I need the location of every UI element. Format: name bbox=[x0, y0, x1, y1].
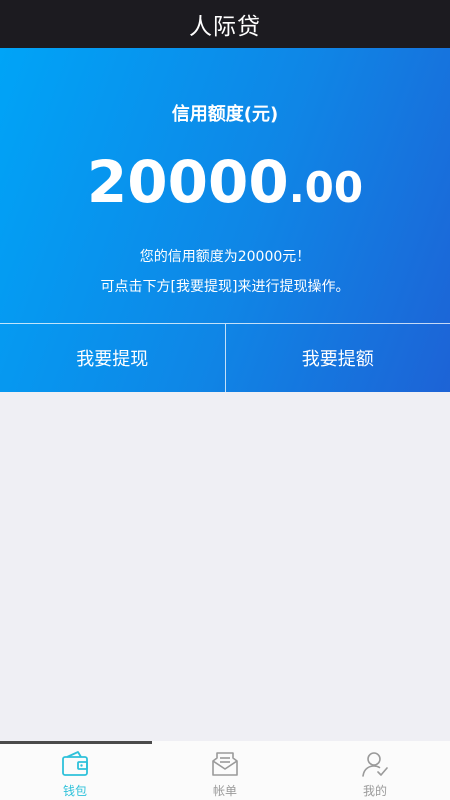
tab-mine[interactable]: 我的 bbox=[300, 741, 450, 800]
credit-limit-amount: 20000.00 bbox=[0, 146, 450, 233]
raise-limit-button-label: 我要提额 bbox=[301, 349, 374, 370]
tab-bill[interactable]: 帐单 bbox=[150, 741, 300, 800]
credit-card-panel: 信用额度(元) 20000.00 您的信用额度为20000元！ 可点击下方[我要… bbox=[0, 48, 450, 392]
wallet-icon bbox=[62, 751, 88, 776]
tab-wallet-label: 钱包 bbox=[62, 784, 87, 798]
credit-notice-line1: 您的信用额度为20000元！ bbox=[139, 249, 311, 265]
amount-decimal: .00 bbox=[288, 163, 364, 212]
bill-icon bbox=[212, 752, 238, 776]
credit-limit-label: 信用额度(元) bbox=[171, 104, 279, 125]
title-bar: 人际贷 bbox=[0, 0, 450, 48]
tab-wallet[interactable]: 钱包 bbox=[0, 741, 150, 800]
action-buttons: 我要提现 我要提额 bbox=[0, 323, 450, 392]
app-root: 人际贷 信用额度(元) 20000.00 您的信用额度为20000元！ 可点击下… bbox=[0, 0, 450, 800]
user-icon bbox=[362, 752, 388, 777]
bottom-tab-bar: 钱包 帐单 我的 bbox=[0, 741, 450, 800]
tab-bill-label: 帐单 bbox=[212, 784, 237, 798]
tab-mine-label: 我的 bbox=[362, 784, 387, 798]
raise-limit-button[interactable]: 我要提额 bbox=[224, 324, 450, 392]
amount-integer: 20000 bbox=[86, 148, 289, 216]
page-title: 人际贷 bbox=[189, 14, 261, 40]
withdraw-button-label: 我要提现 bbox=[76, 349, 149, 370]
credit-notice-line2: 可点击下方[我要提现]来进行提现操作。 bbox=[100, 279, 350, 295]
withdraw-button[interactable]: 我要提现 bbox=[0, 324, 225, 392]
content-area bbox=[0, 392, 450, 741]
active-tab-indicator bbox=[0, 741, 152, 744]
